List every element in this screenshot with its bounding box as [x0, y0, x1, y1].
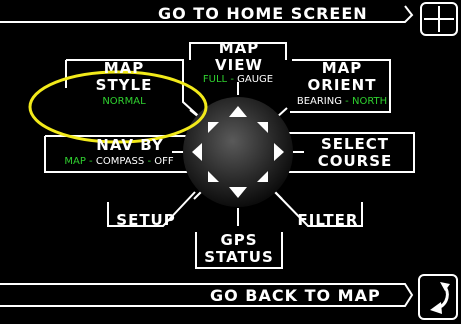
go-back-label: GO BACK TO MAP: [210, 286, 381, 305]
map-view-title: MAP VIEW: [215, 39, 263, 74]
setup-option[interactable]: SETUP: [110, 212, 182, 229]
map-style-title: MAP STYLE: [95, 59, 153, 94]
gps-status-title: GPS STATUS: [204, 231, 274, 266]
go-to-home-screen-button[interactable]: GO TO HOME SCREEN: [158, 4, 368, 23]
map-view-options: FULL - GAUGE: [202, 74, 274, 85]
nav-by-options: MAP - COMPASS - OFF: [64, 156, 174, 167]
map-orient-title: MAP ORIENT: [307, 59, 377, 94]
nav-by-title: NAV BY: [96, 136, 164, 154]
home-grid-icon[interactable]: [420, 2, 458, 36]
go-to-home-label: GO TO HOME SCREEN: [158, 4, 368, 23]
map-style-value: NORMAL: [102, 96, 146, 107]
gps-menu-screen: GO TO HOME SCREEN GO BACK TO MAP MAP VIE…: [0, 0, 461, 324]
back-arrow-icon[interactable]: [418, 274, 458, 320]
filter-option[interactable]: FILTER: [292, 212, 364, 229]
go-back-to-map-button[interactable]: GO BACK TO MAP: [210, 286, 381, 305]
map-orient-options: BEARING - NORTH: [296, 96, 388, 107]
select-course-title: SELECT COURSE: [317, 135, 393, 170]
